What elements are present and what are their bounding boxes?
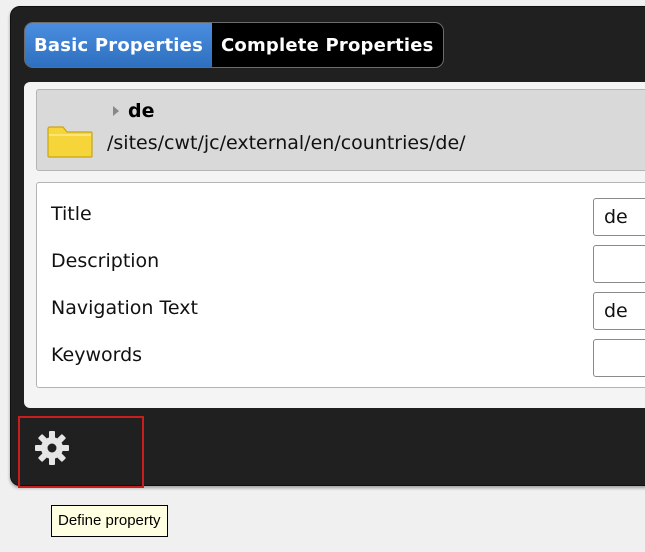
field-label-keywords: Keywords	[51, 344, 143, 366]
properties-tabs: Basic Properties Complete Properties	[24, 22, 444, 68]
tooltip: Define property	[51, 505, 168, 537]
keywords-input[interactable]	[593, 339, 645, 377]
field-label-title: Title	[51, 203, 92, 225]
node-name: de	[128, 100, 155, 122]
expand-arrow-icon[interactable]	[113, 106, 119, 116]
navigation-text-input[interactable]: de	[593, 292, 645, 330]
properties-content: de /sites/cwt/jc/external/en/countries/d…	[24, 82, 645, 408]
node-path: /sites/cwt/jc/external/en/countries/de/	[107, 132, 466, 154]
node-header: de /sites/cwt/jc/external/en/countries/d…	[36, 89, 645, 171]
description-input[interactable]	[593, 245, 645, 283]
tab-complete-properties[interactable]: Complete Properties	[212, 23, 443, 67]
property-fields: Title de Description Navigation Text de …	[36, 182, 645, 388]
tab-basic-properties[interactable]: Basic Properties	[25, 23, 212, 67]
field-label-navigation-text: Navigation Text	[51, 297, 198, 319]
title-input[interactable]: de	[593, 198, 645, 236]
field-label-description: Description	[51, 250, 160, 272]
highlight-box	[18, 416, 144, 488]
folder-icon	[47, 126, 93, 158]
node-name-row: de	[113, 100, 155, 122]
